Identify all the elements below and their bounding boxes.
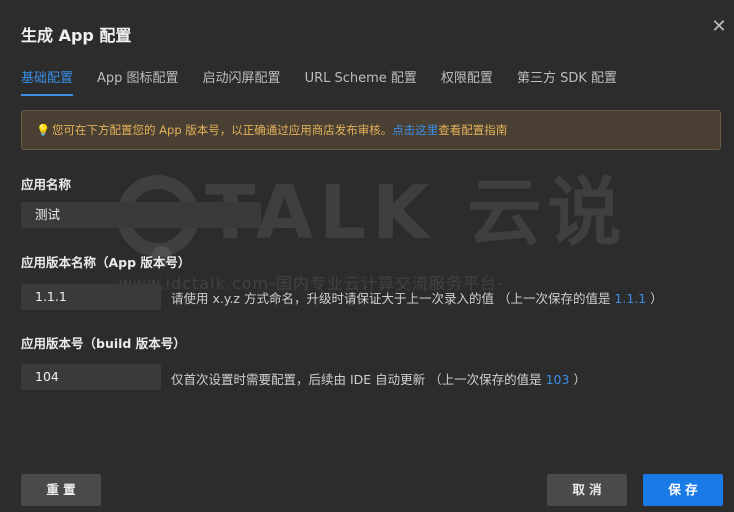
tab-permission-config[interactable]: 权限配置 [441,68,493,94]
watermark-brand: TALK 云说 [205,170,628,256]
notice-link[interactable]: 点击这里 [392,123,438,137]
version-code-label: 应用版本号（build 版本号） [21,336,186,351]
close-icon[interactable]: ✕ [710,18,728,36]
notice-banner: 💡 您可在下方配置您的 App 版本号，以正确通过应用商店发布审核。点击这里查看配… [21,110,721,150]
version-code-input[interactable]: 104 [21,364,161,390]
notice-text: 您可在下方配置您的 App 版本号，以正确通过应用商店发布审核。 [52,123,393,137]
save-button[interactable]: 保 存 [643,474,723,506]
version-name-input[interactable]: 1.1.1 [21,284,161,310]
tab-bar: 基础配置 App 图标配置 启动闪屏配置 URL Scheme 配置 权限配置 … [21,68,641,98]
notice-suffix: 查看配置指南 [438,123,508,137]
cancel-button[interactable]: 取 消 [547,474,627,506]
dialog-title: 生成 App 配置 [21,26,132,45]
lightbulb-icon: 💡 [36,123,51,137]
version-code-hint: 仅首次设置时需要配置，后续由 IDE 自动更新 （上一次保存的值是 103 ） [171,372,586,387]
tab-app-icon-config[interactable]: App 图标配置 [97,68,179,94]
reset-button[interactable]: 重 置 [21,474,101,506]
config-dialog: 生成 App 配置 ✕ 基础配置 App 图标配置 启动闪屏配置 URL Sch… [0,0,734,512]
version-name-hint: 请使用 x.y.z 方式命名，升级时请保证大于上一次录入的值 （上一次保存的值是… [171,291,663,306]
tab-basic-config[interactable]: 基础配置 [21,68,74,96]
app-name-input[interactable]: 测试 [21,202,261,228]
version-name-label: 应用版本名称（App 版本号） [21,255,191,270]
tab-splash-config[interactable]: 启动闪屏配置 [203,68,281,94]
tab-third-party-sdk-config[interactable]: 第三方 SDK 配置 [517,68,617,94]
app-name-label: 应用名称 [21,177,72,192]
tab-url-scheme-config[interactable]: URL Scheme 配置 [305,68,417,94]
